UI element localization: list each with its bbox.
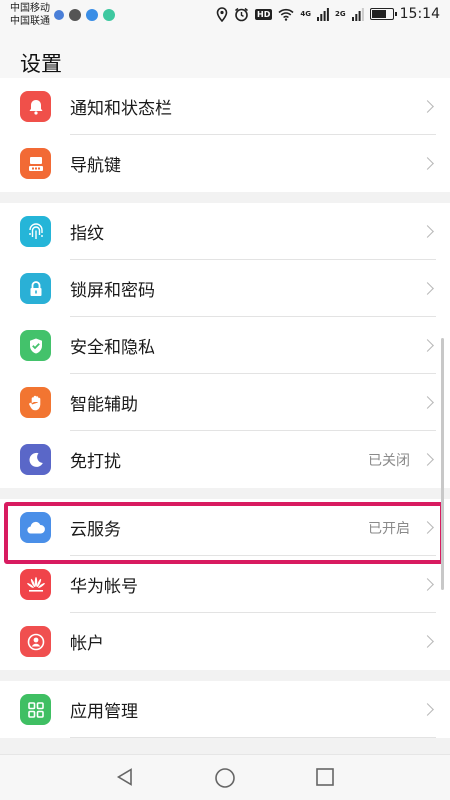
settings-item-label: 应用管理 <box>70 702 138 722</box>
zhi-notification-icon <box>86 9 98 21</box>
scrollbar[interactable] <box>441 338 444 590</box>
recents-icon[interactable] <box>315 767 335 787</box>
back-icon[interactable] <box>115 767 135 787</box>
alarm-icon <box>235 7 249 21</box>
chevron-right-icon <box>421 453 434 466</box>
carrier-2: 中国联通 <box>10 16 50 27</box>
huawei-logo-icon <box>20 569 51 600</box>
page-title: 设置 <box>20 52 62 76</box>
status-text: 已关闭 <box>368 452 410 469</box>
network-4g-label: 4G <box>300 10 312 18</box>
chevron-right-icon <box>421 282 434 295</box>
chevron-right-icon <box>421 578 434 591</box>
shield-check-icon <box>20 330 51 361</box>
chevron-right-icon <box>421 157 434 170</box>
status-text: 已开启 <box>368 520 410 537</box>
settings-group: 指纹 锁屏和密码 安全和隐私 智能辅助 免打扰 已关闭 <box>0 203 450 488</box>
network-2g-label: 2G <box>335 10 346 18</box>
status-bar: 中国移动 中国联通 HD 4G 2G 15:14 <box>0 0 450 32</box>
navigation-bar <box>0 754 450 800</box>
signal-1-icon <box>317 7 329 21</box>
carrier-info: 中国移动 中国联通 <box>10 2 50 28</box>
settings-item-label: 指纹 <box>70 224 104 244</box>
settings-item-label: 导航键 <box>70 156 121 176</box>
wifi-icon <box>278 8 294 21</box>
settings-item-smart-assistance[interactable]: 智能辅助 <box>0 374 450 431</box>
carrier-1: 中国移动 <box>10 3 50 14</box>
settings-item-account[interactable]: 帐户 <box>0 613 450 670</box>
settings-item-label: 锁屏和密码 <box>70 281 155 301</box>
settings-item-security-privacy[interactable]: 安全和隐私 <box>0 317 450 374</box>
settings-item-notification-status-bar[interactable]: 通知和状态栏 <box>0 78 450 135</box>
settings-item-label: 帐户 <box>70 634 104 654</box>
settings-group: 通知和状态栏 导航键 <box>0 78 450 192</box>
hand-icon <box>20 387 51 418</box>
chevron-right-icon <box>421 225 434 238</box>
chevron-right-icon <box>421 339 434 352</box>
navigation-key-icon <box>20 148 51 179</box>
settings-item-label: 智能辅助 <box>70 395 138 415</box>
settings-group: 应用管理 <box>0 681 450 738</box>
wechat-notification-icon <box>103 9 115 21</box>
settings-item-lock-screen-password[interactable]: 锁屏和密码 <box>0 260 450 317</box>
hd-badge: HD <box>255 8 273 20</box>
account-icon <box>20 626 51 657</box>
battery-icon <box>369 8 397 20</box>
clock: 15:14 <box>399 6 440 22</box>
app-notification-icon <box>69 9 81 21</box>
chevron-right-icon <box>421 396 434 409</box>
chevron-right-icon <box>421 521 434 534</box>
settings-item-app-management[interactable]: 应用管理 <box>0 681 450 738</box>
chevron-right-icon <box>421 703 434 716</box>
settings-list[interactable]: 通知和状态栏 导航键 指纹 锁屏和密码 安全和隐私 智能辅助 免打扰 已关闭 云… <box>0 78 450 744</box>
apps-grid-icon <box>20 694 51 725</box>
settings-item-label: 安全和隐私 <box>70 338 155 358</box>
lock-icon <box>20 273 51 304</box>
settings-item-huawei-account[interactable]: 华为帐号 <box>0 556 450 613</box>
cloud-icon <box>20 512 51 543</box>
settings-group: 云服务 已开启 华为帐号 帐户 <box>0 499 450 670</box>
settings-item-label: 通知和状态栏 <box>70 99 172 119</box>
settings-item-label: 免打扰 <box>70 452 121 472</box>
settings-item-navigation-key[interactable]: 导航键 <box>0 135 450 192</box>
location-icon <box>216 6 228 22</box>
chevron-right-icon <box>421 100 434 113</box>
baidu-paw-icon <box>54 10 64 20</box>
settings-item-label: 华为帐号 <box>70 577 138 597</box>
chevron-right-icon <box>421 635 434 648</box>
home-icon[interactable] <box>214 767 236 789</box>
settings-item-cloud-service[interactable]: 云服务 已开启 <box>0 499 450 556</box>
settings-item-do-not-disturb[interactable]: 免打扰 已关闭 <box>0 431 450 488</box>
settings-item-label: 云服务 <box>70 520 121 540</box>
settings-item-fingerprint[interactable]: 指纹 <box>0 203 450 260</box>
fingerprint-icon <box>20 216 51 247</box>
signal-2-icon <box>351 7 364 21</box>
moon-icon <box>20 444 51 475</box>
bell-icon <box>20 91 51 122</box>
